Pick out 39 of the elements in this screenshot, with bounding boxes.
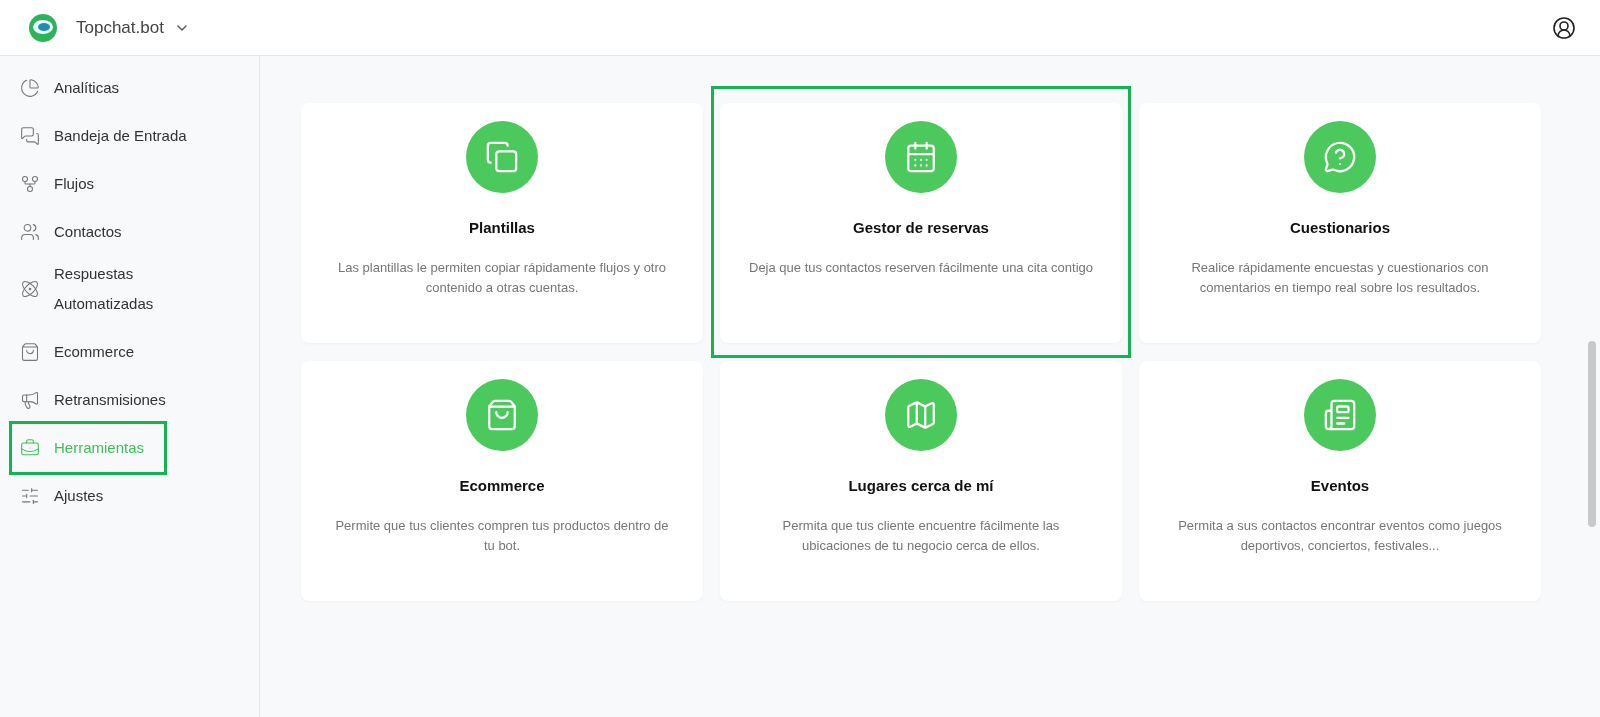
card-description: Permita a sus contactos encontrar eventos como juegos deportivos, conciertos, festivales... [1177, 517, 1503, 555]
card-title: Eventos [1310, 477, 1370, 494]
card-title: Plantillas [469, 219, 535, 236]
users-icon [20, 222, 40, 242]
card-title: Cuestionarios [1290, 219, 1390, 236]
sidebar-item[interactable]: Bandeja de Entrada [12, 112, 207, 160]
tool-card[interactable]: Eventos Permita a sus contactos encontrar eventos como juegos deportivos, conciertos, festivales... [1139, 361, 1541, 601]
card-description: Realice rápidamente encuestas y cuestionarios con comentarios en tiempo real sobre los resultados. [1190, 259, 1490, 297]
sliders-icon [20, 486, 40, 506]
sidebar-item[interactable]: Analíticas [12, 64, 140, 112]
atom-icon [20, 279, 40, 299]
pie-chart-icon [20, 78, 40, 98]
chat-bubbles-icon [20, 126, 40, 146]
sidebar-item[interactable]: Contactos [12, 208, 142, 256]
tool-card[interactable]: Plantillas Las plantillas le permiten copiar rápidamente flujos y otro contenido a otras cuentas. [301, 103, 703, 343]
sidebar-item[interactable]: Ajustes [12, 472, 124, 520]
scrollbar-thumb[interactable] [1588, 341, 1596, 527]
branch-icon [20, 174, 40, 194]
sidebar-item[interactable]: Retransmisiones [12, 376, 186, 424]
briefcase-icon [20, 438, 40, 458]
logo-icon [28, 12, 58, 43]
brand-name[interactable]: Topchat.bot [76, 17, 164, 38]
card-title: Lugares cerca de mí [848, 477, 994, 494]
card-description: Las plantillas le permiten copiar rápidamente flujos y otro contenido a otras cuentas. [336, 259, 668, 297]
user-avatar-icon[interactable] [1552, 15, 1576, 40]
sidebar-item[interactable]: Respuestas Automatizadas [12, 256, 204, 328]
tool-card[interactable]: Ecommerce Permite que tus clientes compren tus productos dentro de tu bot. [301, 361, 703, 601]
megaphone-icon [20, 390, 40, 410]
sidebar-item[interactable]: Ecommerce [12, 328, 155, 376]
card-description: Permite que tus clientes compren tus productos dentro de tu bot. [334, 517, 670, 555]
card-description: Permita que tus cliente encuentre fácilmente las ubicaciones de tu negocio cerca de ellos. [781, 517, 1061, 555]
tool-card[interactable]: Cuestionarios Realice rápidamente encuestas y cuestionarios con comentarios en tiempo real sobre los resultados. [1139, 103, 1541, 343]
card-title: Ecommerce [459, 477, 545, 494]
shopping-bag-icon [20, 342, 40, 362]
tool-card[interactable]: Gestor de reservas Deja que tus contactos reserven fácilmente una cita contigo [720, 103, 1122, 343]
sidebar-item[interactable]: Flujos [12, 160, 114, 208]
tool-card[interactable]: Lugares cerca de mí Permita que tus cliente encuentre fácilmente las ubicaciones de tu negocio cerca de ellos. [720, 361, 1122, 601]
card-title: Gestor de reservas [853, 219, 989, 236]
card-description: Deja que tus contactos reserven fácilmente una cita contigo [749, 259, 1093, 277]
